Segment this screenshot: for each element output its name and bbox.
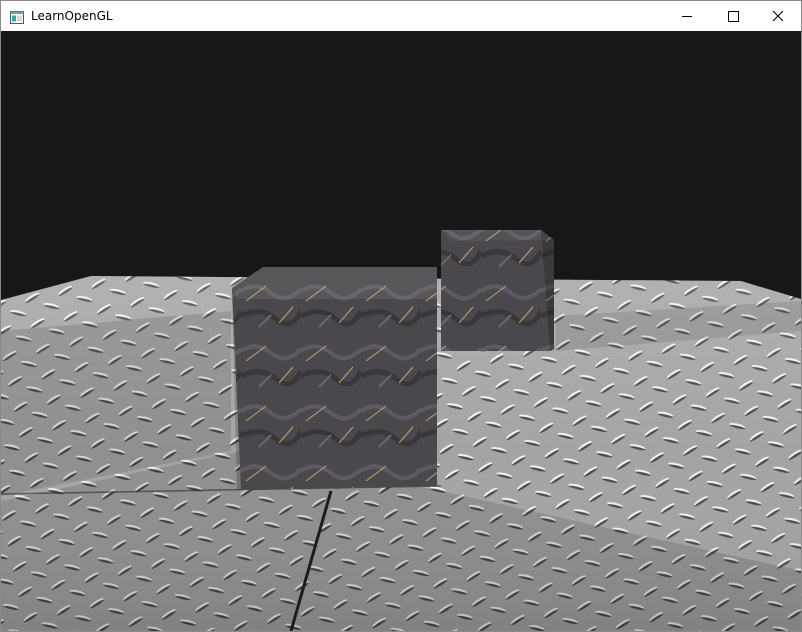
cube-front xyxy=(232,267,437,490)
close-button[interactable] xyxy=(755,1,801,31)
cube-back xyxy=(441,230,554,351)
app-window: LearnOpenGL xyxy=(0,0,802,632)
title-bar[interactable]: LearnOpenGL xyxy=(1,1,801,31)
maximize-button[interactable] xyxy=(710,1,756,31)
window-app-icon xyxy=(10,9,24,24)
minimize-icon xyxy=(682,16,692,17)
opengl-viewport[interactable] xyxy=(1,31,801,631)
minimize-button[interactable] xyxy=(664,1,710,31)
scene-render xyxy=(1,230,801,631)
close-icon xyxy=(772,10,784,22)
maximize-icon xyxy=(728,11,739,22)
window-title: LearnOpenGL xyxy=(31,9,113,23)
